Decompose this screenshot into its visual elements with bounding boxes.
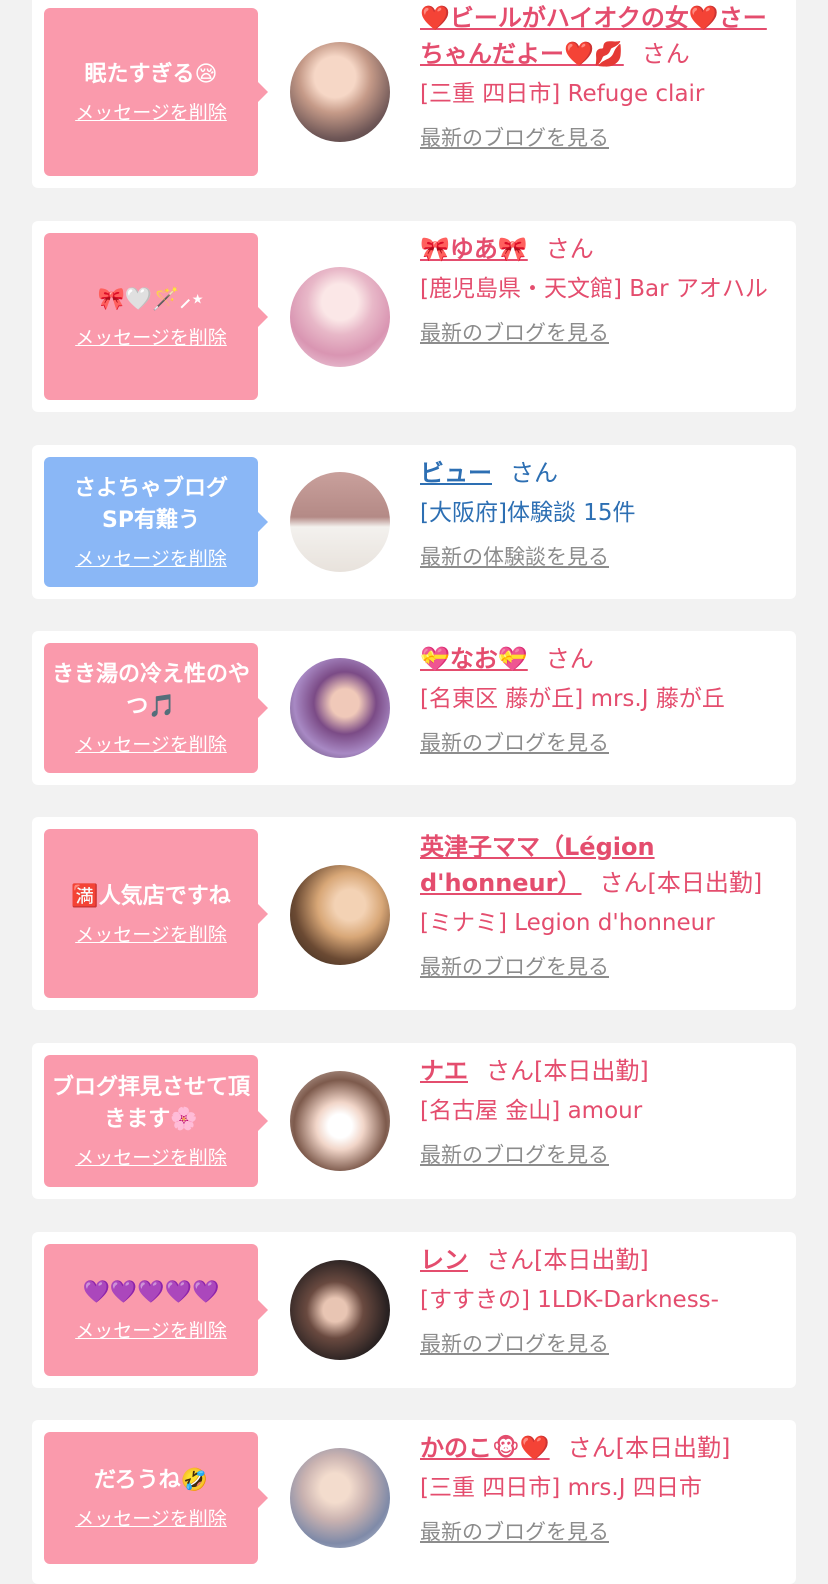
avatar[interactable] bbox=[290, 1260, 390, 1360]
message-text: 🈵人気店ですね bbox=[71, 883, 231, 909]
name-line: 英津子ママ（Légion d'honneur） さん[本日出勤] bbox=[420, 829, 782, 901]
message-card: さよちゃブログ SP有難う メッセージを削除 ビュー さん [大阪府]体験談 15… bbox=[32, 445, 796, 599]
profile-name-link[interactable]: 💝なお💝 bbox=[420, 645, 528, 673]
honorific: さん bbox=[486, 1057, 534, 1085]
honorific: さん bbox=[641, 40, 690, 68]
avatar[interactable] bbox=[290, 42, 390, 142]
message-bubble: 🈵人気店ですね メッセージを削除 bbox=[44, 829, 268, 998]
shop-text: [大阪府]体験談 15件 bbox=[420, 500, 636, 526]
message-text: だろうね🤣 bbox=[93, 1468, 209, 1493]
honorific: さん bbox=[545, 645, 594, 673]
attendance-badge: [本日出勤] bbox=[534, 1246, 649, 1274]
shop-text: [ミナミ] Legion d'honneur bbox=[420, 910, 715, 936]
latest-blog-link[interactable]: 最新のブログを見る bbox=[420, 727, 609, 757]
delete-message-button[interactable]: メッセージを削除 bbox=[75, 547, 227, 571]
avatar[interactable] bbox=[290, 472, 390, 572]
profile-info: 💝なお💝 さん [名東区 藤が丘] mrs.J 藤が丘 最新のブログを見る bbox=[420, 641, 782, 757]
shop-text: [三重 四日市] mrs.J 四日市 bbox=[420, 1475, 702, 1501]
profile-info: ❤️ビールがハイオクの女❤️さーちゃんだよー❤️💋 さん [三重 四日市] Ref… bbox=[420, 0, 782, 152]
delete-message-button[interactable]: メッセージを削除 bbox=[75, 923, 227, 947]
message-card: ブログ拝見させて頂きます🌸 メッセージを削除 ナエ さん[本日出勤] [名古屋 金… bbox=[32, 1043, 796, 1199]
message-card: きき湯の冷え性のやつ🎵 メッセージを削除 💝なお💝 さん [名東区 藤が丘] mr… bbox=[32, 631, 796, 785]
message-card: 💜💜💜💜💜 メッセージを削除 レン さん[本日出勤] [すすきの] 1LDK-Da… bbox=[32, 1232, 796, 1388]
message-bubble: ブログ拝見させて頂きます🌸 メッセージを削除 bbox=[44, 1055, 268, 1187]
name-line: ビュー さん bbox=[420, 455, 782, 491]
message-bubble: 💜💜💜💜💜 メッセージを削除 bbox=[44, 1244, 268, 1376]
attendance-badge: [本日出勤] bbox=[615, 1434, 731, 1462]
avatar[interactable] bbox=[290, 1448, 390, 1548]
delete-message-button[interactable]: メッセージを削除 bbox=[75, 1146, 227, 1170]
delete-message-button[interactable]: メッセージを削除 bbox=[75, 733, 227, 757]
delete-message-button[interactable]: メッセージを削除 bbox=[75, 101, 227, 125]
message-text: さよちゃブログ SP有難う bbox=[73, 476, 295, 533]
honorific: さん bbox=[599, 869, 648, 897]
honorific: さん bbox=[486, 1246, 534, 1274]
message-bubble: さよちゃブログ SP有難う メッセージを削除 bbox=[44, 457, 295, 587]
name-line: 🎀ゆあ🎀 さん bbox=[420, 231, 782, 267]
profile-name-link[interactable]: かのこ🐵❤️ bbox=[420, 1434, 550, 1462]
message-card: 眠たすぎる😪 メッセージを削除 ❤️ビールがハイオクの女❤️さーちゃんだよー❤️… bbox=[32, 0, 796, 188]
profile-name-link[interactable]: レン bbox=[420, 1246, 468, 1274]
honorific: さん bbox=[567, 1434, 616, 1462]
name-line: ❤️ビールがハイオクの女❤️さーちゃんだよー❤️💋 さん bbox=[420, 0, 782, 72]
message-text: 眠たすぎる😪 bbox=[84, 62, 218, 87]
profile-name-link[interactable]: ❤️ビールがハイオクの女❤️さーちゃんだよー❤️💋 bbox=[420, 4, 767, 68]
message-card: 🎀🤍🪄⸝⋆ メッセージを削除 🎀ゆあ🎀 さん [鹿児島県・天文館] Bar アオハ… bbox=[32, 221, 796, 412]
avatar[interactable] bbox=[290, 658, 390, 758]
attendance-badge: [本日出勤] bbox=[647, 869, 763, 897]
message-card: 🈵人気店ですね メッセージを削除 英津子ママ（Légion d'honneur）… bbox=[32, 817, 796, 1010]
avatar[interactable] bbox=[290, 267, 390, 367]
honorific: さん bbox=[510, 459, 558, 487]
profile-info: かのこ🐵❤️ さん[本日出勤] [三重 四日市] mrs.J 四日市 最新のブログ… bbox=[420, 1430, 782, 1546]
message-bubble: 🎀🤍🪄⸝⋆ メッセージを削除 bbox=[44, 233, 268, 400]
message-text: きき湯の冷え性のやつ🎵 bbox=[52, 662, 251, 719]
delete-message-button[interactable]: メッセージを削除 bbox=[75, 1507, 227, 1531]
latest-review-link[interactable]: 最新の体験談を見る bbox=[420, 541, 609, 571]
message-text: 🎀🤍🪄⸝⋆ bbox=[97, 286, 205, 312]
message-bubble: きき湯の冷え性のやつ🎵 メッセージを削除 bbox=[44, 643, 268, 773]
latest-blog-link[interactable]: 最新のブログを見る bbox=[420, 951, 609, 981]
name-line: かのこ🐵❤️ さん[本日出勤] bbox=[420, 1430, 782, 1466]
delete-message-button[interactable]: メッセージを削除 bbox=[75, 326, 227, 350]
message-bubble: 眠たすぎる😪 メッセージを削除 bbox=[44, 8, 268, 176]
attendance-badge: [本日出勤] bbox=[534, 1057, 649, 1085]
message-list: 眠たすぎる😪 メッセージを削除 ❤️ビールがハイオクの女❤️さーちゃんだよー❤️… bbox=[0, 0, 828, 1584]
message-bubble: だろうね🤣 メッセージを削除 bbox=[44, 1432, 268, 1564]
profile-name-link[interactable]: 🎀ゆあ🎀 bbox=[420, 235, 528, 263]
latest-blog-link[interactable]: 最新のブログを見る bbox=[420, 317, 609, 347]
avatar[interactable] bbox=[290, 1071, 390, 1171]
name-line: 💝なお💝 さん bbox=[420, 641, 782, 677]
message-text: 💜💜💜💜💜 bbox=[82, 1280, 220, 1305]
latest-blog-link[interactable]: 最新のブログを見る bbox=[420, 122, 609, 152]
message-text: ブログ拝見させて頂きます🌸 bbox=[52, 1075, 251, 1132]
message-card: だろうね🤣 メッセージを削除 かのこ🐵❤️ さん[本日出勤] [三重 四日市] m… bbox=[32, 1420, 796, 1584]
avatar[interactable] bbox=[290, 865, 390, 965]
name-line: レン さん[本日出勤] bbox=[420, 1242, 782, 1278]
honorific: さん bbox=[545, 235, 594, 263]
profile-info: ナエ さん[本日出勤] [名古屋 金山] amour 最新のブログを見る bbox=[420, 1053, 782, 1169]
name-line: ナエ さん[本日出勤] bbox=[420, 1053, 782, 1089]
profile-name-link[interactable]: ビュー bbox=[420, 459, 492, 487]
latest-blog-link[interactable]: 最新のブログを見る bbox=[420, 1516, 609, 1546]
profile-name-link[interactable]: ナエ bbox=[420, 1057, 468, 1085]
latest-blog-link[interactable]: 最新のブログを見る bbox=[420, 1328, 609, 1358]
shop-text: [鹿児島県・天文館] Bar アオハル bbox=[420, 276, 768, 302]
shop-text: [名古屋 金山] amour bbox=[420, 1098, 643, 1124]
shop-text: [三重 四日市] Refuge clair bbox=[420, 81, 705, 107]
profile-info: レン さん[本日出勤] [すすきの] 1LDK-Darkness- 最新のブログを… bbox=[420, 1242, 782, 1358]
profile-info: 🎀ゆあ🎀 さん [鹿児島県・天文館] Bar アオハル 最新のブログを見る bbox=[420, 231, 782, 347]
shop-text: [すすきの] 1LDK-Darkness- bbox=[420, 1287, 719, 1313]
latest-blog-link[interactable]: 最新のブログを見る bbox=[420, 1139, 609, 1169]
profile-info: ビュー さん [大阪府]体験談 15件 最新の体験談を見る bbox=[420, 455, 782, 571]
delete-message-button[interactable]: メッセージを削除 bbox=[75, 1319, 227, 1343]
shop-text: [名東区 藤が丘] mrs.J 藤が丘 bbox=[420, 686, 725, 712]
profile-info: 英津子ママ（Légion d'honneur） さん[本日出勤] [ミナミ] Le… bbox=[420, 829, 782, 981]
